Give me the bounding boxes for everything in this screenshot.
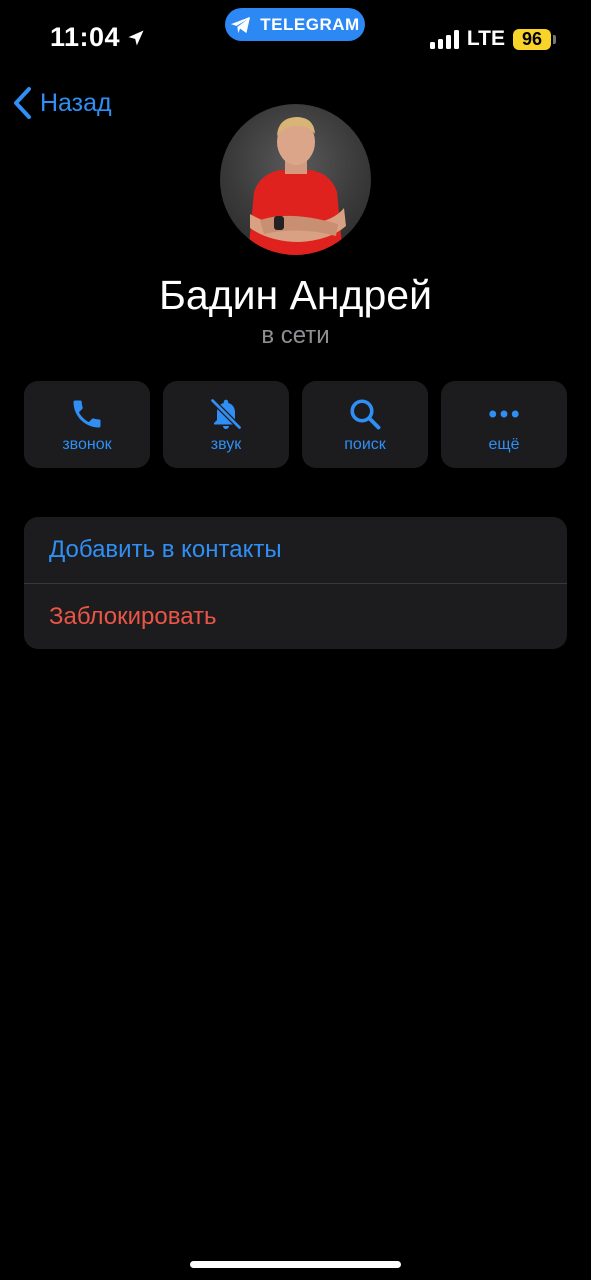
bell-slash-icon <box>210 398 242 429</box>
block-user-button[interactable]: Заблокировать <box>24 583 567 649</box>
cellular-signal-icon <box>429 29 459 49</box>
time-text: 11:04 <box>50 22 121 52</box>
pill-label: TELEGRAM <box>260 14 360 34</box>
battery-level: 96 <box>521 28 543 49</box>
action-bar: звонок звук поиск ещё <box>24 381 567 468</box>
add-to-contacts-button[interactable]: Добавить в контакты <box>24 517 567 583</box>
online-status: в сети <box>261 322 330 349</box>
network-type: LTE <box>466 27 505 50</box>
status-bar: 11:04 TELEGRAM LTE 96 <box>0 0 591 80</box>
search-icon <box>350 398 381 429</box>
back-label: Назад <box>40 88 112 117</box>
call-label: звонок <box>62 435 112 453</box>
contact-name: Бадин Андрей <box>159 272 432 318</box>
mute-label: звук <box>210 435 242 453</box>
status-indicators: LTE 96 <box>429 27 556 51</box>
phone-icon <box>73 400 101 427</box>
avatar[interactable] <box>220 104 371 255</box>
back-button[interactable]: Назад <box>12 86 112 120</box>
contact-options-list: Добавить в контакты Заблокировать <box>24 517 567 649</box>
status-time: 11:04 <box>50 22 146 53</box>
home-indicator[interactable] <box>190 1261 401 1268</box>
search-button[interactable]: поиск <box>302 381 428 468</box>
profile-photo-icon <box>248 117 346 255</box>
more-label: ещё <box>488 435 520 453</box>
more-icon <box>489 410 519 417</box>
search-label: поиск <box>344 435 386 453</box>
battery-icon: 96 <box>513 28 556 50</box>
more-button[interactable]: ещё <box>441 381 567 468</box>
location-arrow-icon <box>128 30 144 45</box>
telegram-icon <box>231 16 251 33</box>
telegram-pill[interactable]: TELEGRAM <box>225 8 365 41</box>
call-button[interactable]: звонок <box>24 381 150 468</box>
mute-button[interactable]: звук <box>163 381 289 468</box>
chevron-left-icon <box>14 87 31 119</box>
